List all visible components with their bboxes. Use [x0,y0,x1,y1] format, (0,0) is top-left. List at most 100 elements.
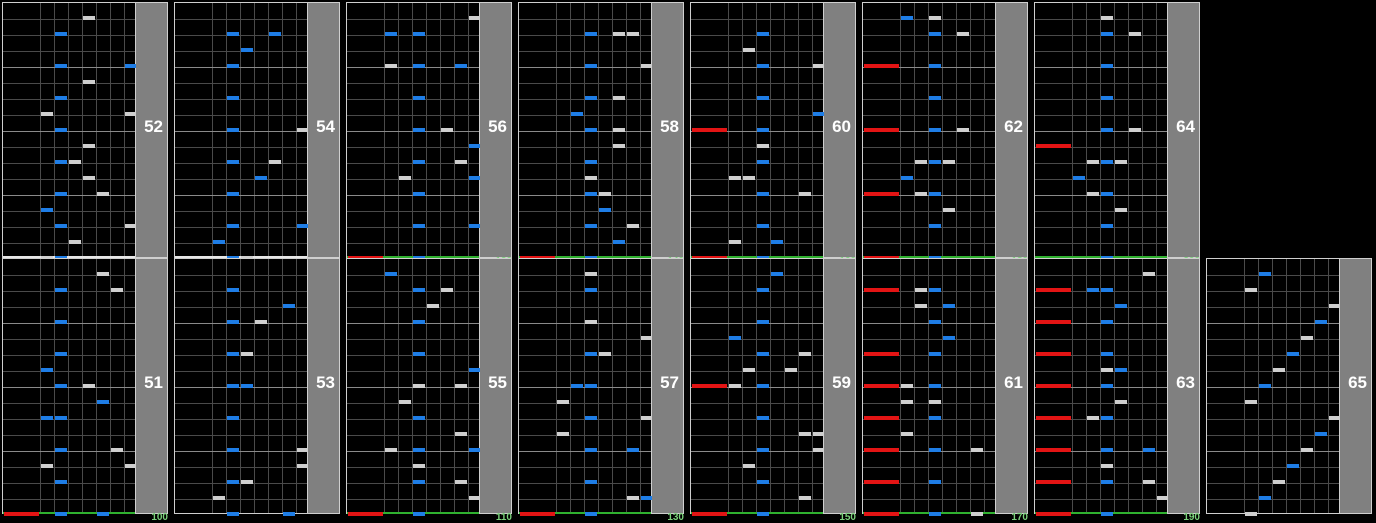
note-lanes [1034,258,1168,516]
note [1245,400,1257,404]
note [929,64,941,68]
lane-divider [1086,259,1087,513]
note-lanes [518,258,652,516]
note [125,64,136,68]
note [469,176,480,180]
note [1315,432,1327,436]
note-lanes [2,2,136,260]
grid-line [175,499,307,500]
note [97,400,109,404]
measure-51: 51 100 [0,258,168,523]
note [413,320,425,324]
scratch-note [1036,144,1071,148]
note [385,448,397,452]
lane-divider [1286,259,1287,513]
note [585,448,597,452]
grid-line [863,83,995,84]
grid-line [347,83,479,84]
grid-line [175,435,307,436]
grid-line [3,387,135,388]
note [585,288,597,292]
lane-divider [398,3,399,257]
note [1101,352,1113,356]
note [469,448,480,452]
lane-divider [1114,259,1115,513]
note [413,288,425,292]
note [1101,320,1113,324]
note [557,432,569,436]
grid-line [3,403,135,404]
note [929,384,941,388]
note [55,448,67,452]
grid-line [3,419,135,420]
note [55,416,67,420]
note [413,512,425,516]
note [1101,96,1113,100]
grid-line [175,467,307,468]
measure-gutter: 57 [652,258,684,514]
note [743,464,755,468]
note [385,32,397,36]
grid-line [1035,435,1167,436]
measure-gutter: 61 [996,258,1028,514]
lane-divider [742,259,743,513]
measure-gutter: 58 [652,2,684,258]
grid-line [863,115,995,116]
note [929,192,941,196]
grid-line [519,467,651,468]
grid-line [347,19,479,20]
note [943,160,955,164]
grid-line [175,67,307,68]
note [1087,288,1099,292]
note [901,16,913,20]
lane-divider [440,259,441,513]
grid-line [519,147,651,148]
grid-line [347,243,479,244]
note [757,288,769,292]
grid-line [175,131,307,132]
grid-line [3,339,135,340]
note [213,240,225,244]
note [469,224,480,228]
note [743,368,755,372]
note [929,128,941,132]
note [41,368,53,372]
note [1301,448,1313,452]
lane-divider [770,3,771,257]
note [1273,368,1285,372]
lane-divider [426,259,427,513]
lane-divider [1244,259,1245,513]
note [455,384,467,388]
note [613,96,625,100]
note [585,320,597,324]
note [55,384,67,388]
note [585,160,597,164]
note [585,96,597,100]
note [441,128,453,132]
lane-divider [124,3,125,257]
grid-line [3,499,135,500]
note [469,16,480,20]
grid-line [691,371,823,372]
note [1101,368,1113,372]
grid-line [863,243,995,244]
note [1101,464,1113,468]
note [929,480,941,484]
note [41,208,53,212]
note [69,160,81,164]
grid-line [691,51,823,52]
note [729,336,741,340]
note [729,384,741,388]
lane-divider [282,3,283,257]
grid-line [3,179,135,180]
grid-line [347,403,479,404]
note [757,192,769,196]
note [901,400,913,404]
note [813,448,824,452]
lane-divider [784,259,785,513]
bpm-label: 150 [839,512,856,523]
note [1329,304,1340,308]
measure-number: 55 [488,373,507,392]
scratch-note [1036,416,1071,420]
note [297,224,308,228]
